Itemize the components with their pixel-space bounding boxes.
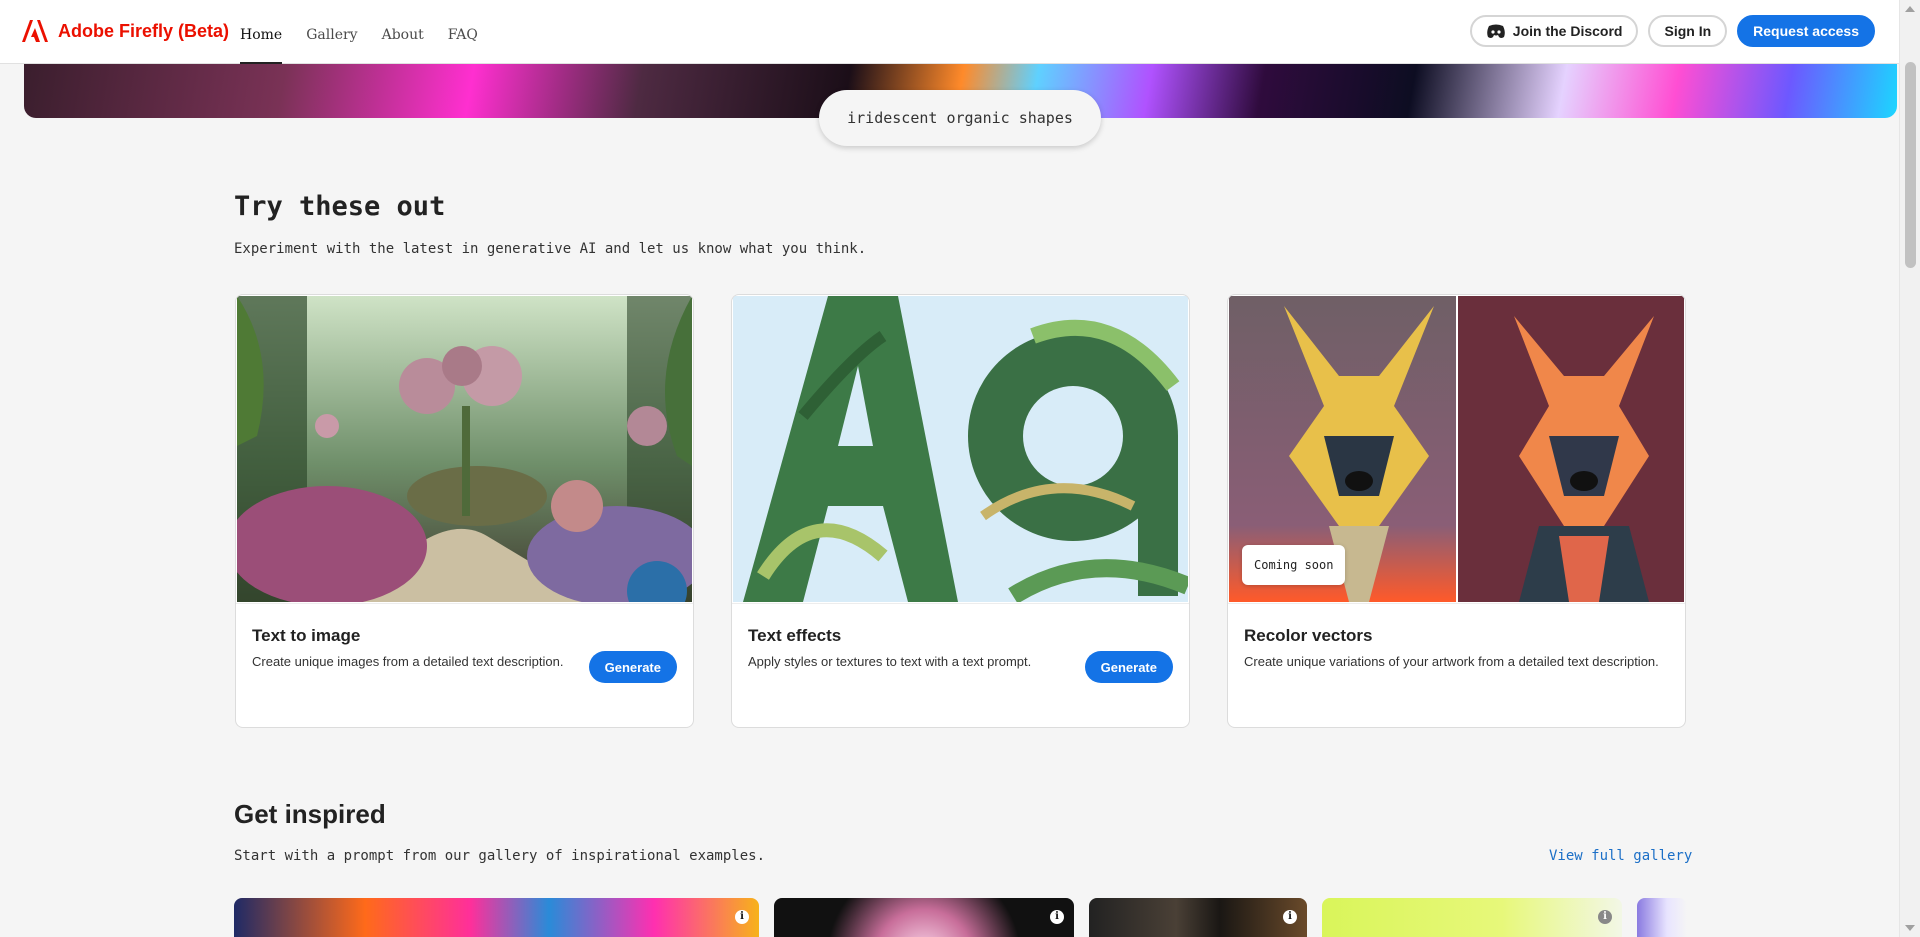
scroll-up-arrow-icon[interactable] (1905, 6, 1915, 12)
gallery-tile[interactable]: i (1089, 898, 1307, 937)
coming-soon-badge: Coming soon (1242, 545, 1346, 585)
generate-button[interactable]: Generate (1084, 651, 1173, 683)
nav-gallery[interactable]: Gallery (306, 0, 357, 64)
card-description: Create unique variations of your artwork… (1244, 654, 1659, 669)
gallery-tile[interactable]: i (234, 898, 759, 937)
card-title: Text to image (252, 626, 361, 645)
adobe-logo-icon (22, 20, 48, 42)
sign-in-button[interactable]: Sign In (1648, 15, 1728, 47)
nav-home[interactable]: Home (240, 0, 283, 64)
card-image-leaf-letters (733, 296, 1188, 602)
card-description: Create unique images from a detailed tex… (252, 654, 564, 669)
info-icon[interactable]: i (1050, 910, 1064, 924)
join-discord-button[interactable]: Join the Discord (1469, 15, 1639, 47)
card-text-to-image[interactable]: Text to image Create unique images from … (235, 294, 694, 728)
fantasy-garden-illustration (237, 296, 692, 602)
card-image-fantasy-garden (237, 296, 692, 602)
card-title: Recolor vectors (1244, 626, 1373, 645)
header-actions: Join the Discord Sign In Request access (1469, 15, 1875, 47)
view-full-gallery-link[interactable]: View full gallery (1549, 848, 1692, 864)
card-recolor-vectors[interactable]: Coming soon Recolor vectors Create uniqu… (1227, 294, 1686, 728)
card-title: Text effects (748, 626, 842, 645)
scroll-down-arrow-icon[interactable] (1905, 925, 1915, 931)
leaf-letters-illustration (733, 296, 1188, 602)
gallery-tile[interactable] (1637, 898, 1687, 937)
card-text-effects[interactable]: Text effects Apply styles or textures to… (731, 294, 1190, 728)
nav-faq[interactable]: FAQ (448, 0, 478, 64)
info-icon[interactable]: i (1598, 910, 1612, 924)
info-icon[interactable]: i (1283, 910, 1297, 924)
request-access-button[interactable]: Request access (1737, 15, 1875, 47)
brand-name: Adobe Firefly (Beta) (58, 20, 230, 41)
gallery-tile[interactable]: i (774, 898, 1074, 937)
join-discord-label: Join the Discord (1512, 23, 1623, 39)
main-nav: Home Gallery About FAQ (240, 0, 478, 64)
hero-prompt-pill[interactable]: iridescent organic shapes (819, 90, 1101, 146)
card-description: Apply styles or textures to text with a … (748, 654, 1032, 669)
info-icon[interactable]: i (735, 910, 749, 924)
scrollbar-thumb[interactable] (1905, 62, 1916, 268)
brand[interactable]: Adobe Firefly (Beta) (22, 20, 229, 42)
inspired-section-title: Get inspired (234, 799, 386, 829)
nav-about[interactable]: About (382, 0, 424, 64)
page-scrollbar[interactable] (1899, 0, 1920, 937)
try-section-subtitle: Experiment with the latest in generative… (234, 241, 867, 257)
generate-button[interactable]: Generate (588, 651, 677, 683)
discord-icon (1486, 24, 1505, 38)
top-nav-bar: Adobe Firefly (Beta) Home Gallery About … (0, 0, 1899, 64)
gallery-tile[interactable]: i (1322, 898, 1622, 937)
try-section-title: Try these out (234, 191, 446, 222)
inspired-section-subtitle: Start with a prompt from our gallery of … (234, 848, 766, 864)
